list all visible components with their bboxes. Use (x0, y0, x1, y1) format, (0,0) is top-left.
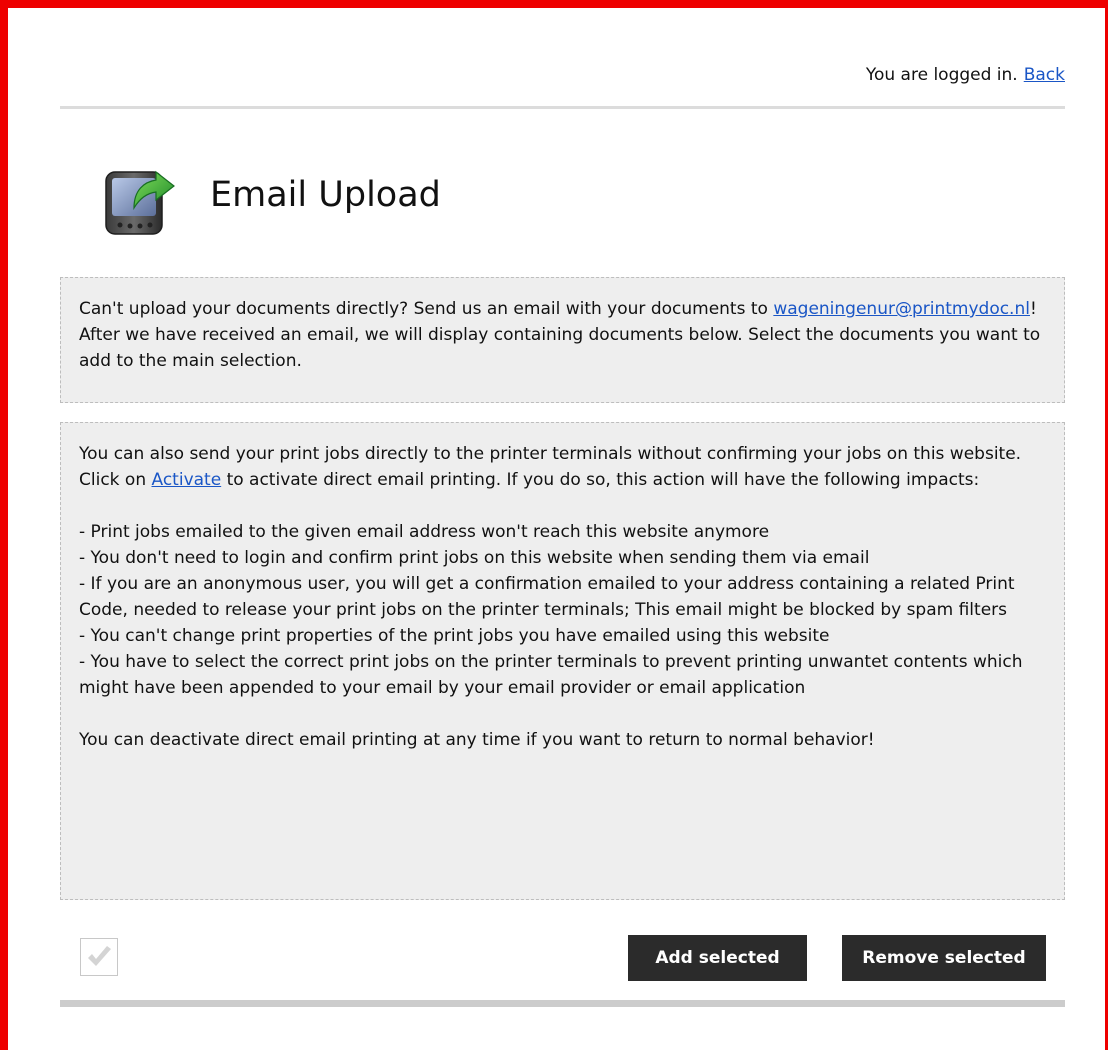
pda-upload-icon (100, 150, 180, 240)
login-status-bar: You are logged in. Back (866, 62, 1065, 88)
bottom-divider (60, 1000, 1065, 1007)
page-title: Email Upload (210, 175, 441, 215)
direct-intro-end: to activate direct email printing. If yo… (221, 470, 980, 490)
direct-printing-intro: You can also send your print jobs direct… (79, 441, 1046, 493)
email-info-intro: Can't upload your documents directly? Se… (79, 299, 774, 319)
add-selected-button[interactable]: Add selected (628, 935, 807, 981)
remove-selected-button[interactable]: Remove selected (842, 935, 1046, 981)
login-status-text: You are logged in. (865, 65, 1018, 85)
action-bar: Add selected Remove selected (60, 935, 1065, 981)
direct-printing-box: You can also send your print jobs direct… (60, 422, 1065, 900)
impact-item: - You have to select the correct print j… (79, 652, 1023, 698)
email-info-text: Can't upload your documents directly? Se… (79, 296, 1046, 374)
deactivate-note: You can deactivate direct email printing… (79, 730, 875, 750)
page-header: Email Upload (100, 150, 441, 240)
check-icon (88, 946, 111, 966)
impact-item: - You can't change print properties of t… (79, 626, 830, 646)
upload-email-link[interactable]: wageningenur@printmydoc.nl (773, 299, 1030, 319)
impact-item: - If you are an anonymous user, you will… (79, 574, 1015, 620)
impact-item: - You don't need to login and confirm pr… (79, 548, 870, 568)
activate-link[interactable]: Activate (152, 470, 222, 490)
email-info-box: Can't upload your documents directly? Se… (60, 277, 1065, 403)
back-link[interactable]: Back (1024, 65, 1065, 85)
top-divider (60, 106, 1065, 109)
select-all-checkbox[interactable] (80, 938, 118, 976)
impact-item: - Print jobs emailed to the given email … (79, 522, 770, 542)
